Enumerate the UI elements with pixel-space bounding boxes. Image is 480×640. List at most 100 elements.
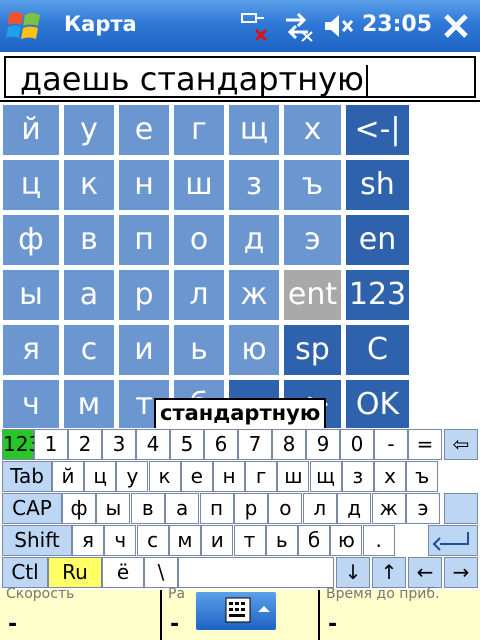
input-panel-toggle[interactable]	[196, 592, 276, 630]
clock[interactable]: 23:05	[362, 12, 432, 37]
big-key[interactable]: ж	[228, 269, 280, 321]
eta-cell[interactable]: Время до приб. -	[320, 586, 480, 640]
big-key[interactable]: OK	[345, 379, 410, 428]
big-key[interactable]: х	[283, 104, 342, 156]
big-key[interactable]: с	[63, 324, 115, 376]
soft-key[interactable]: о	[268, 493, 303, 524]
soft-key[interactable]: 6	[204, 429, 238, 460]
soft-key[interactable]: и	[201, 525, 234, 556]
volume-muted-icon[interactable]	[322, 10, 354, 42]
soft-key[interactable]: э	[406, 493, 440, 524]
soft-key[interactable]: у	[116, 461, 149, 492]
soft-key[interactable]: 5	[170, 429, 204, 460]
soft-key[interactable]: щ	[309, 461, 342, 492]
word-suggestion[interactable]: стандартную	[154, 398, 327, 430]
language-key[interactable]: Ru	[48, 557, 102, 588]
big-key[interactable]: н	[118, 159, 170, 211]
big-key[interactable]: э	[283, 214, 342, 266]
big-key[interactable]: ь	[173, 324, 225, 376]
soft-key[interactable]: д	[337, 493, 372, 524]
big-key[interactable]: р	[118, 269, 170, 321]
big-key[interactable]: л	[173, 269, 225, 321]
soft-key[interactable]: з	[341, 461, 374, 492]
soft-key[interactable]: с	[136, 525, 169, 556]
arrow-left-key[interactable]: ←	[408, 557, 442, 588]
arrow-up-key[interactable]: ↑	[372, 557, 406, 588]
big-key[interactable]: ъ	[283, 159, 342, 211]
soft-key[interactable]: ы	[96, 493, 131, 524]
soft-key[interactable]: м	[168, 525, 201, 556]
close-button[interactable]	[436, 6, 476, 46]
soft-key[interactable]: ж	[371, 493, 406, 524]
soft-key[interactable]: б	[298, 525, 331, 556]
big-key[interactable]: п	[118, 214, 170, 266]
enter-key-top[interactable]	[444, 493, 478, 524]
big-key[interactable]: ф	[2, 214, 60, 266]
soft-key[interactable]: 0	[340, 429, 374, 460]
connectivity-icon[interactable]	[282, 10, 314, 42]
big-key[interactable]: в	[63, 214, 115, 266]
ctrl-key[interactable]: Ctl	[2, 557, 48, 588]
big-key[interactable]: е	[118, 104, 170, 156]
soft-key[interactable]: ё	[102, 557, 144, 588]
soft-key[interactable]: -	[374, 429, 408, 460]
soft-key[interactable]: т	[233, 525, 266, 556]
soft-key[interactable]: =	[408, 429, 442, 460]
soft-key[interactable]: 2	[68, 429, 102, 460]
big-key[interactable]: sp	[283, 324, 342, 376]
arrow-down-key[interactable]: ↓	[336, 557, 370, 588]
big-key[interactable]: ч	[2, 379, 60, 428]
soft-key[interactable]: я	[72, 525, 104, 556]
big-key[interactable]: ш	[173, 159, 225, 211]
soft-key[interactable]: х	[374, 461, 406, 492]
big-key[interactable]: ю	[228, 324, 280, 376]
big-key[interactable]: к	[63, 159, 115, 211]
soft-key-123[interactable]: 123	[2, 429, 41, 460]
enter-key[interactable]	[428, 525, 478, 556]
soft-key[interactable]: а	[165, 493, 200, 524]
soft-key[interactable]: .	[362, 525, 395, 556]
big-key[interactable]: м	[63, 379, 115, 428]
big-key[interactable]: ц	[2, 159, 60, 211]
network-disconnected-icon[interactable]	[238, 10, 270, 42]
big-key[interactable]: д	[228, 214, 280, 266]
big-key[interactable]: ent	[283, 269, 342, 321]
soft-key[interactable]: к	[148, 461, 181, 492]
big-key[interactable]: en	[345, 214, 410, 266]
soft-key[interactable]: 9	[306, 429, 340, 460]
big-key[interactable]: о	[173, 214, 225, 266]
big-key[interactable]: 123	[345, 269, 410, 321]
big-key[interactable]: C	[345, 324, 410, 376]
soft-key[interactable]: 4	[136, 429, 170, 460]
soft-key[interactable]: 3	[102, 429, 136, 460]
arrow-right-key[interactable]: →	[444, 557, 478, 588]
soft-key[interactable]: ю	[330, 525, 363, 556]
big-key[interactable]: у	[63, 104, 115, 156]
soft-key[interactable]: п	[199, 493, 234, 524]
backspace-key[interactable]: ⇦	[444, 429, 478, 460]
soft-key[interactable]: 8	[272, 429, 306, 460]
soft-key[interactable]: й	[52, 461, 84, 492]
big-key[interactable]: а	[63, 269, 115, 321]
soft-key[interactable]: ь	[265, 525, 298, 556]
space-key[interactable]	[178, 557, 334, 588]
soft-key[interactable]: ч	[104, 525, 137, 556]
big-key[interactable]: г	[173, 104, 225, 156]
soft-key[interactable]: в	[130, 493, 165, 524]
big-key[interactable]: й	[2, 104, 60, 156]
soft-key[interactable]: ф	[62, 493, 96, 524]
start-menu-icon[interactable]	[6, 8, 44, 44]
big-key[interactable]: ы	[2, 269, 60, 321]
caps-lock-key[interactable]: CAP	[2, 493, 62, 524]
big-key[interactable]: з	[228, 159, 280, 211]
soft-key[interactable]: ш	[277, 461, 310, 492]
soft-key[interactable]: н	[213, 461, 245, 492]
soft-key[interactable]: р	[234, 493, 268, 524]
soft-key[interactable]: г	[245, 461, 278, 492]
soft-key[interactable]: 1	[34, 429, 68, 460]
big-key[interactable]: я	[2, 324, 60, 376]
soft-key[interactable]: е	[180, 461, 213, 492]
text-input[interactable]: даешь стандартную	[4, 56, 476, 98]
soft-key[interactable]: 7	[238, 429, 272, 460]
soft-key[interactable]: л	[302, 493, 337, 524]
